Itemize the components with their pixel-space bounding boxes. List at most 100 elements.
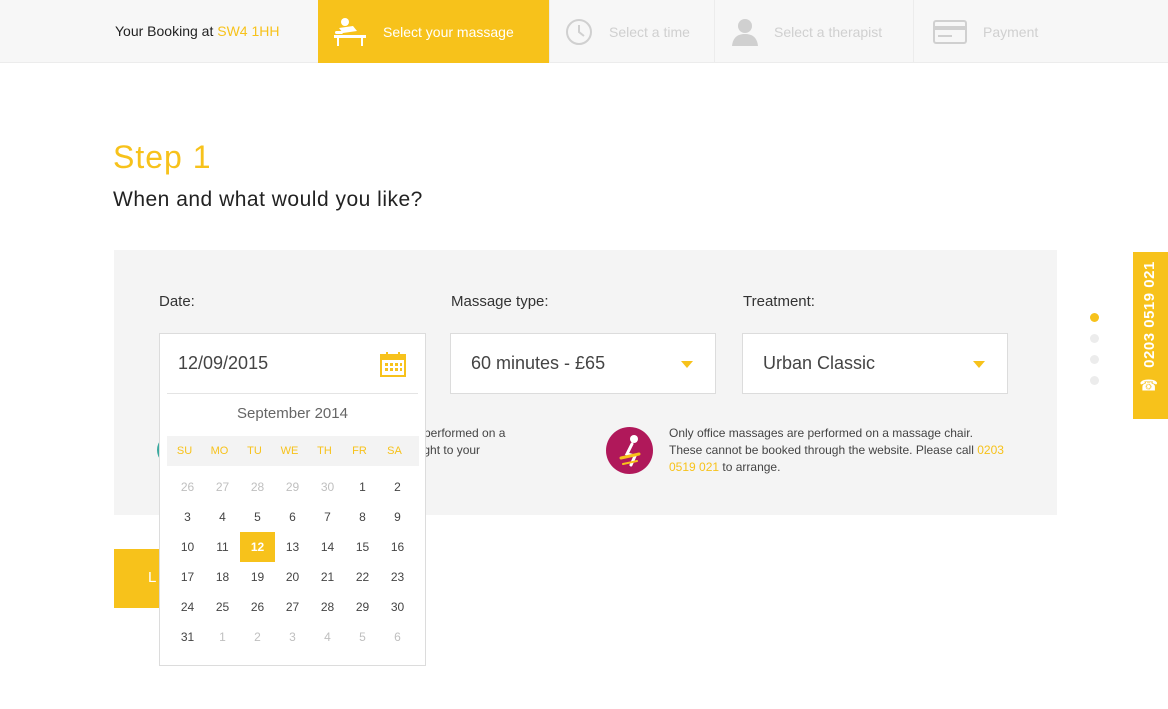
step-label: Select a time [609,23,690,40]
info-left-text: re performed on a ought to your [410,425,570,459]
pagination-dot[interactable] [1090,313,1099,322]
calendar-day[interactable]: 28 [310,592,345,622]
calendar-week-row: 24 25 26 27 28 29 30 [170,592,415,622]
calendar-week-row: 17 18 19 20 21 22 23 [170,562,415,592]
date-label: Date: [159,293,195,310]
pagination-dot[interactable] [1090,334,1099,343]
calendar-week-row: 31 1 2 3 4 5 6 [170,622,415,652]
date-field[interactable]: 12/09/2015 [159,333,426,394]
treatment-label: Treatment: [743,293,815,310]
calendar-day[interactable]: 26 [170,472,205,502]
calendar-day[interactable]: 27 [205,472,240,502]
calendar-week-row: 26 27 28 29 30 1 2 [170,472,415,502]
calendar-day[interactable]: 30 [310,472,345,502]
weekday-label: SU [176,445,193,457]
massage-table-icon [334,17,366,46]
chevron-down-icon [681,361,693,368]
calendar-day[interactable]: 25 [205,592,240,622]
calendar-day[interactable]: 10 [170,532,205,562]
calendar-day[interactable]: 20 [275,562,310,592]
massage-type-value: 60 minutes - £65 [471,353,606,373]
calendar-day[interactable]: 27 [275,592,310,622]
calendar-day[interactable]: 19 [240,562,275,592]
step-label: Select your massage [383,23,514,40]
calendar-month-title[interactable]: September 2014 [160,405,425,422]
calendar-day[interactable]: 1 [205,622,240,652]
calendar-day[interactable]: 29 [275,472,310,502]
calendar-day[interactable]: 29 [345,592,380,622]
calendar-icon[interactable] [380,351,406,377]
weekday-label: MO [210,445,229,457]
calendar-day[interactable]: 14 [310,532,345,562]
weekday-label: TH [317,445,332,457]
info-left-line: ought to your [410,443,481,457]
calendar-day[interactable]: 12 [240,532,275,562]
calendar-day[interactable]: 17 [170,562,205,592]
calendar-day[interactable]: 1 [345,472,380,502]
calendar-day[interactable]: 16 [380,532,415,562]
calendar-day[interactable]: 6 [380,622,415,652]
pagination-dot[interactable] [1090,376,1099,385]
date-value: 12/09/2015 [178,353,269,373]
massage-type-select[interactable]: 60 minutes - £65 [450,333,716,394]
pagination-dot[interactable] [1090,355,1099,364]
step-select-time[interactable]: Select a time [549,0,714,63]
info-left-line: re performed on a [410,426,506,440]
booking-postcode[interactable]: SW4 1HH [217,23,279,39]
calendar-day[interactable]: 2 [240,622,275,652]
calendar-day[interactable]: 31 [170,622,205,652]
calendar-day[interactable]: 26 [240,592,275,622]
calendar-day[interactable]: 6 [275,502,310,532]
calendar-day[interactable]: 23 [380,562,415,592]
step-select-therapist[interactable]: Select a therapist [714,0,913,63]
calendar-day[interactable]: 21 [310,562,345,592]
calendar-day[interactable]: 8 [345,502,380,532]
step-subtitle: When and what would you like? [113,188,423,211]
calendar-day[interactable]: 4 [205,502,240,532]
calendar-day[interactable]: 5 [345,622,380,652]
step-label: Payment [983,23,1039,40]
pagination-dots [1090,313,1099,397]
calendar-day[interactable]: 3 [170,502,205,532]
continue-button-label: L [148,569,157,586]
phone-callout[interactable]: ☎ 0203 0519 021 [1139,261,1159,395]
phone-icon: ☎ [1139,377,1159,395]
treatment-value: Urban Classic [763,353,876,373]
weekday-label: TU [247,445,262,457]
calendar-day[interactable]: 11 [205,532,240,562]
calendar-day[interactable]: 9 [380,502,415,532]
calendar-week-row: 3456789 [170,502,415,532]
massage-chair-icon [606,427,653,474]
calendar-day[interactable]: 28 [240,472,275,502]
info-right-text: Only office massages are performed on a … [669,425,1009,476]
info-right-suffix: to arrange. [722,460,781,474]
step-select-massage[interactable]: Select your massage [318,0,549,63]
chevron-down-icon [973,361,985,368]
calendar-weekday-header: SU MO TU WE TH FR SA [167,436,419,466]
calendar-day[interactable]: 5 [240,502,275,532]
weekday-label: SA [387,445,402,457]
calendar-day[interactable]: 30 [380,592,415,622]
top-bar: Your Booking at SW4 1HH Select your mass… [0,0,1168,63]
info-right-body: Only office massages are performed on a … [669,426,974,457]
calendar-day[interactable]: 24 [170,592,205,622]
person-icon [732,18,758,46]
calendar-day[interactable]: 15 [345,532,380,562]
calendar-day[interactable]: 13 [275,532,310,562]
calendar-day[interactable]: 7 [310,502,345,532]
calendar-day[interactable]: 3 [275,622,310,652]
phone-number: 0203 0519 021 [1141,261,1158,368]
calendar-day[interactable]: 2 [380,472,415,502]
divider [167,393,418,394]
calendar-day[interactable]: 18 [205,562,240,592]
weekday-label: WE [280,445,299,457]
step-title: Step 1 [113,139,212,175]
booking-label: Your Booking at [115,23,214,39]
calendar-day[interactable]: 4 [310,622,345,652]
calendar-day[interactable]: 22 [345,562,380,592]
calendar-day-grid: 26 27 28 29 30 1 2 3 4 5 6 7 8 9 10 11 12 13 14 15 16 17 18 19 2… [170,472,415,652]
step-payment[interactable]: Payment [913,0,1073,63]
treatment-select[interactable]: Urban Classic [742,333,1008,394]
step-label: Select a therapist [774,23,883,40]
massage-type-label: Massage type: [451,293,549,310]
